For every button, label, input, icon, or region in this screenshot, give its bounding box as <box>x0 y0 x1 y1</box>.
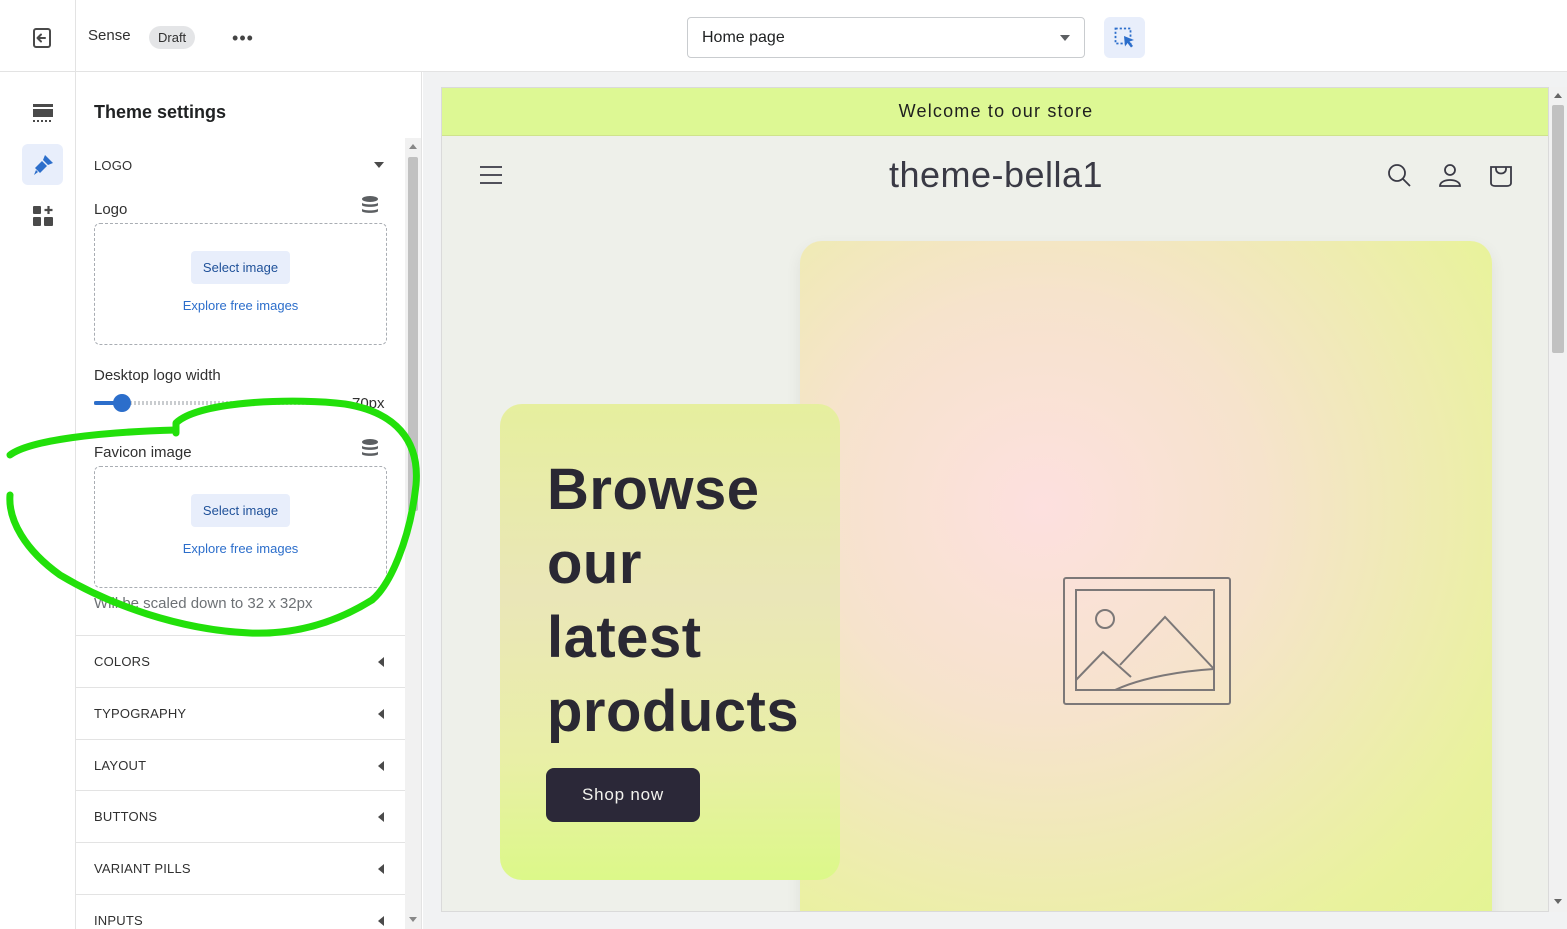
caret-left-icon <box>378 760 384 771</box>
scroll-down-arrow-icon[interactable] <box>409 917 417 922</box>
logo-explore-free-images-link[interactable]: Explore free images <box>95 298 386 313</box>
status-badge: Draft <box>149 26 196 49</box>
logo-select-image-button[interactable]: Select image <box>191 251 290 284</box>
favicon-explore-free-images-link[interactable]: Explore free images <box>95 541 386 556</box>
more-icon: ••• <box>232 27 254 48</box>
theme-settings-button[interactable] <box>22 144 63 185</box>
section-header-logo[interactable]: LOGO <box>76 139 405 191</box>
exit-icon <box>33 28 51 48</box>
app-embeds-button[interactable] <box>22 195 63 236</box>
scroll-down-arrow-icon[interactable] <box>1554 899 1562 904</box>
logo-label: Logo <box>94 201 128 218</box>
cart-icon[interactable] <box>1487 161 1515 189</box>
section-title: VARIANT PILLS <box>94 861 191 876</box>
section-title: LAYOUT <box>94 758 147 773</box>
dynamic-source-icon[interactable] <box>360 438 380 458</box>
favicon-label: Favicon image <box>94 444 192 461</box>
section-title: LOGO <box>94 157 133 173</box>
scroll-up-arrow-icon[interactable] <box>1554 93 1562 98</box>
section-header-layout[interactable]: LAYOUT <box>76 739 405 791</box>
image-placeholder-icon <box>1063 577 1231 705</box>
section-title: TYPOGRAPHY <box>94 706 187 721</box>
logo-width-slider-thumb[interactable] <box>113 394 131 412</box>
section-title: COLORS <box>94 654 151 669</box>
panel-title: Theme settings <box>94 102 227 122</box>
sections-button[interactable] <box>22 92 63 133</box>
theme-name: Sense <box>88 27 131 44</box>
store-title[interactable]: theme-bella1 <box>442 154 1548 196</box>
scroll-up-arrow-icon[interactable] <box>409 144 417 149</box>
section-header-variant-pills[interactable]: VARIANT PILLS <box>76 842 405 894</box>
favicon-select-image-button[interactable]: Select image <box>191 494 290 527</box>
logo-dropzone[interactable]: Select image Explore free images <box>94 223 387 345</box>
hero-heading-line: Browse <box>547 457 760 522</box>
account-icon[interactable] <box>1436 161 1464 189</box>
section-header-typography[interactable]: TYPOGRAPHY <box>76 687 405 739</box>
more-actions-button[interactable]: ••• <box>228 24 258 52</box>
page-selector[interactable]: Home page <box>687 17 1085 58</box>
sections-icon <box>32 103 53 122</box>
search-icon[interactable] <box>1385 161 1413 189</box>
desktop-logo-width-label: Desktop logo width <box>94 367 221 384</box>
announcement-bar[interactable]: Welcome to our store <box>442 88 1548 136</box>
settings-scrollbar[interactable] <box>405 138 421 929</box>
caret-left-icon <box>378 915 384 926</box>
inspector-toggle-button[interactable] <box>1104 17 1145 58</box>
caret-left-icon <box>378 811 384 822</box>
preview-scroll-thumb[interactable] <box>1552 105 1564 353</box>
editor-topbar: Sense Draft ••• Home page <box>0 0 1567 72</box>
shop-now-button[interactable]: Shop now <box>546 768 700 822</box>
logo-width-slider-track[interactable] <box>94 401 344 405</box>
chevron-down-icon <box>1060 34 1070 41</box>
caret-left-icon <box>378 863 384 874</box>
favicon-help-text: Will be scaled down to 32 x 32px <box>94 595 313 612</box>
dynamic-source-icon[interactable] <box>360 195 380 215</box>
settings-scroll-thumb[interactable] <box>408 157 418 511</box>
brush-icon <box>33 154 53 175</box>
section-title: BUTTONS <box>94 809 158 824</box>
hero-heading-line: latest <box>547 605 702 670</box>
editor-rail <box>0 72 75 929</box>
theme-settings-panel: Theme settings LOGO Logo Select image Ex… <box>76 72 422 929</box>
page-selector-value: Home page <box>702 28 785 46</box>
section-title: INPUTS <box>94 913 143 928</box>
caret-left-icon <box>378 708 384 719</box>
favicon-dropzone[interactable]: Select image Explore free images <box>94 466 387 588</box>
preview-scrollbar[interactable] <box>1549 87 1567 912</box>
store-header[interactable]: theme-bella1 <box>442 136 1548 216</box>
apps-add-icon <box>32 205 53 226</box>
section-header-buttons[interactable]: BUTTONS <box>76 790 405 842</box>
store-preview[interactable]: Welcome to our store theme-bella1 Browse… <box>441 87 1549 912</box>
hero-heading-line: our <box>547 531 642 596</box>
caret-left-icon <box>378 656 384 667</box>
select-cursor-icon <box>1114 27 1134 47</box>
exit-button[interactable] <box>24 20 60 56</box>
section-header-inputs[interactable]: INPUTS <box>76 894 405 929</box>
logo-width-value: 70px <box>352 395 385 412</box>
hero-heading[interactable]: Browse our latest products <box>547 453 827 749</box>
section-header-colors[interactable]: COLORS <box>76 635 405 687</box>
caret-down-icon <box>374 162 384 168</box>
hero-heading-line: products <box>547 679 800 744</box>
